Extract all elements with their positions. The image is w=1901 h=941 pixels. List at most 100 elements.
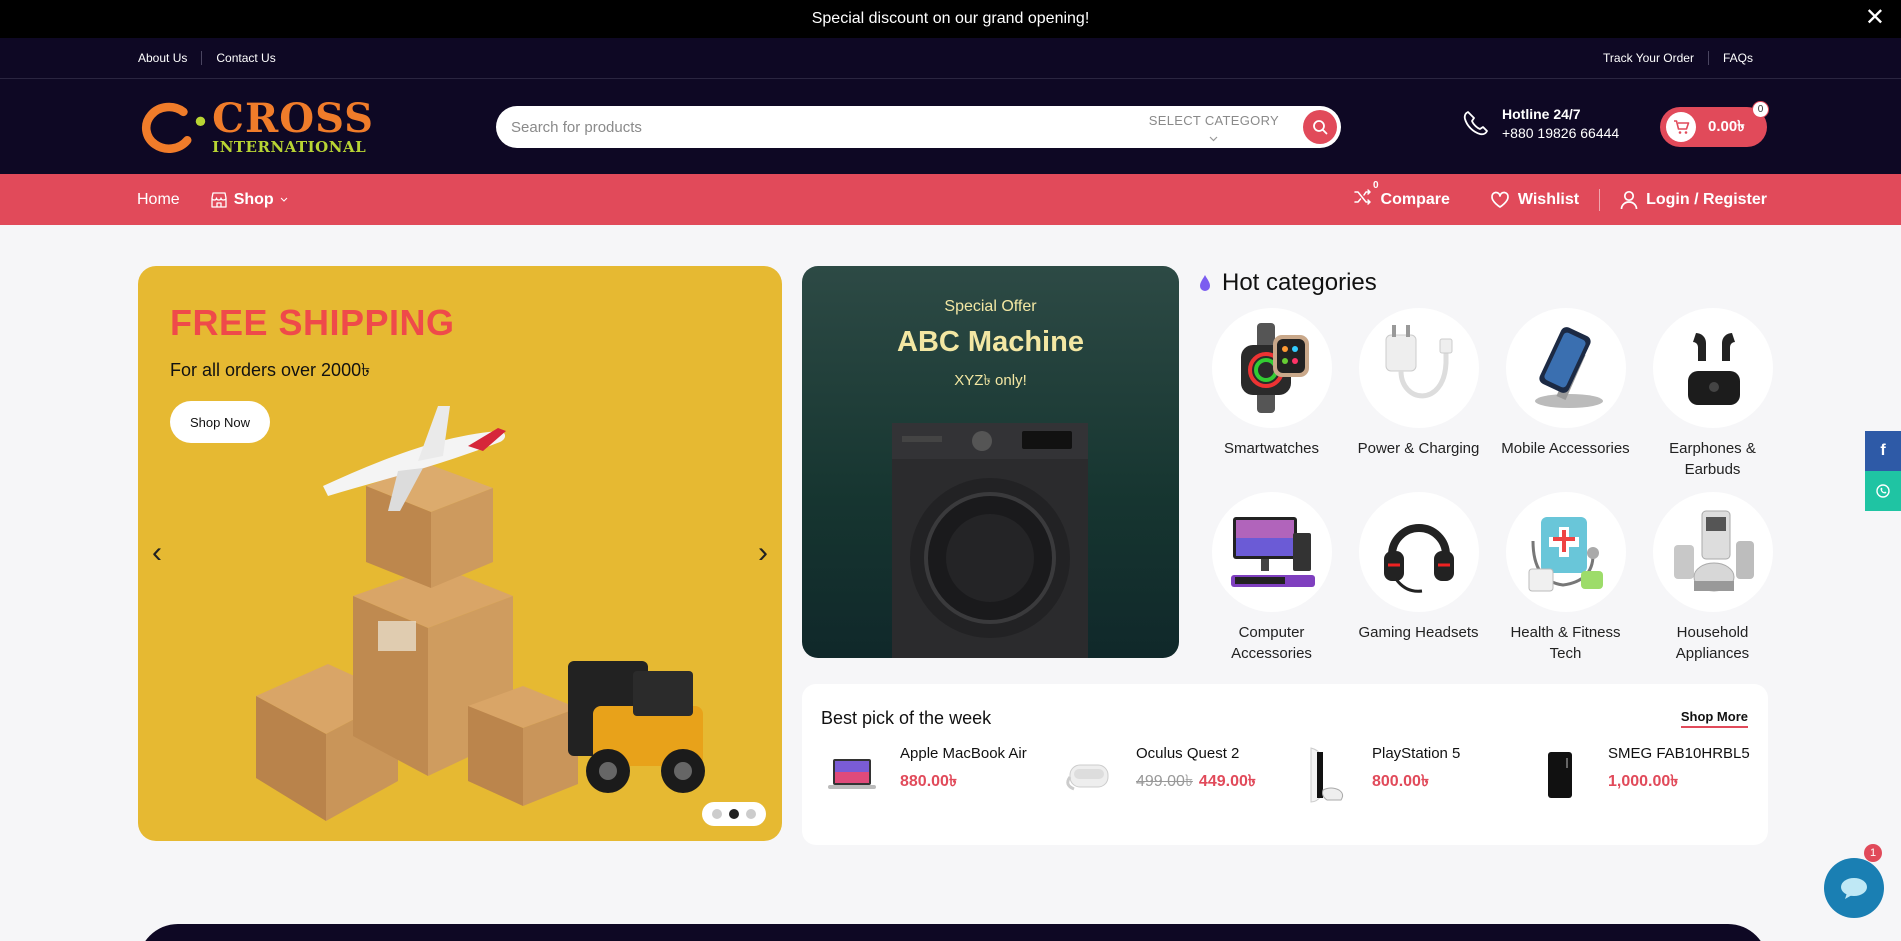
product-price: 800.00৳ <box>1372 773 1429 790</box>
best-pick-section: Best pick of the week Shop More Apple Ma… <box>802 684 1768 845</box>
product-name: Apple MacBook Air <box>900 745 1027 762</box>
headset-icon <box>1383 524 1454 593</box>
chat-icon <box>1841 878 1867 899</box>
nav-compare[interactable]: 0 Compare <box>1333 180 1470 211</box>
chat-badge: 1 <box>1864 844 1882 862</box>
category-select-label: SELECT CATEGORY <box>1148 112 1279 128</box>
hero-shipping-illustration <box>256 406 705 821</box>
category-name: Computer Accessories <box>1231 624 1312 662</box>
nav-home[interactable]: Home <box>137 191 180 209</box>
cart-count-badge: 0 <box>1752 101 1769 118</box>
search-bar: Search for products SELECT CATEGORY <box>496 106 1341 148</box>
footer-section-edge <box>138 924 1768 941</box>
smartwatch-icon <box>1240 323 1309 413</box>
charger-icon <box>1385 325 1452 399</box>
offer-price: XYZ৳ only! <box>954 372 1027 389</box>
laptop-thumbnail <box>828 759 876 789</box>
nav-shop[interactable]: Shop <box>210 191 288 209</box>
slider-prev-button[interactable]: ‹ <box>152 536 162 570</box>
contact-us-link[interactable]: Contact Us <box>201 51 289 65</box>
flame-icon <box>1200 275 1210 291</box>
phone-stand-icon <box>1534 327 1603 408</box>
slider-dot[interactable] <box>746 809 756 819</box>
category-health-fitness[interactable]: Health & Fitness Tech <box>1492 492 1639 664</box>
phone-icon <box>1463 110 1488 136</box>
slider-dot-active[interactable] <box>729 809 739 819</box>
chat-widget-button[interactable]: 1 <box>1824 844 1884 918</box>
console-thumbnail <box>1310 747 1344 803</box>
product-name: SMEG FAB10HRBL5 <box>1608 745 1750 762</box>
best-pick-title: Best pick of the week <box>821 708 992 728</box>
faqs-link[interactable]: FAQs <box>1707 51 1767 65</box>
product-card[interactable]: PlayStation 5 800.00৳ <box>1294 745 1530 805</box>
logo-text-primary: CROSS <box>212 94 374 142</box>
nav-wishlist-label: Wishlist <box>1517 190 1580 208</box>
search-button[interactable] <box>1303 110 1337 144</box>
site-header: CROSS INTERNATIONAL Search for products … <box>0 79 1901 174</box>
appliance-icon <box>1673 510 1754 592</box>
slider-dot[interactable] <box>712 809 722 819</box>
about-us-link[interactable]: About Us <box>138 51 201 65</box>
search-input[interactable]: Search for products <box>511 119 1149 136</box>
category-name: Power & Charging <box>1357 440 1480 457</box>
product-card[interactable]: Apple MacBook Air 880.00৳ <box>822 745 1058 805</box>
heart-icon <box>1491 191 1509 208</box>
cart-button[interactable]: 0.00৳ 0 <box>1660 101 1769 147</box>
compare-icon: 0 <box>1353 180 1379 211</box>
announcement-bar: Special discount on our grand opening! ✕ <box>0 0 1901 38</box>
logo-mark-icon <box>141 102 206 153</box>
category-name: Health & Fitness Tech <box>1510 624 1621 662</box>
product-name: Oculus Quest 2 <box>1136 745 1240 762</box>
special-offer-banner[interactable]: Special Offer ABC Machine XYZ৳ only! <box>802 266 1179 658</box>
slider-next-button[interactable]: › <box>758 536 768 570</box>
top-links-right: Track Your Order FAQs <box>1603 51 1767 65</box>
shop-more-link[interactable]: Shop More <box>1680 709 1748 728</box>
social-share-bar: f <box>1865 431 1901 511</box>
hotline: Hotline 24/7 +880 19826 66444 <box>1460 105 1619 143</box>
announcement-text: Special discount on our grand opening! <box>811 10 1090 27</box>
close-icon[interactable]: ✕ <box>1865 6 1885 30</box>
compare-count: 0 <box>1372 180 1379 191</box>
health-icon <box>1528 517 1603 592</box>
hotline-title: Hotline 24/7 <box>1502 106 1581 122</box>
washing-machine-image <box>892 423 1088 658</box>
user-icon <box>1620 190 1638 209</box>
offer-title: ABC Machine <box>897 326 1084 358</box>
category-smartwatches[interactable]: Smartwatches <box>1198 308 1345 480</box>
category-mobile-accessories[interactable]: Mobile Accessories <box>1492 308 1639 480</box>
whatsapp-icon[interactable] <box>1865 471 1901 511</box>
category-select[interactable]: SELECT CATEGORY <box>1149 113 1279 142</box>
product-old-price: 499.00৳ <box>1136 773 1193 790</box>
category-gaming-headsets[interactable]: Gaming Headsets <box>1345 492 1492 664</box>
category-power-charging[interactable]: Power & Charging <box>1345 308 1492 480</box>
category-computer-accessories[interactable]: Computer Accessories <box>1198 492 1345 664</box>
nav-login[interactable]: Login / Register <box>1600 190 1767 210</box>
vr-headset-thumbnail <box>1066 764 1109 791</box>
category-name: Mobile Accessories <box>1501 440 1630 457</box>
cart-total: 0.00৳ <box>1708 117 1745 135</box>
hero-slider: FREE SHIPPING For all orders over 2000৳ … <box>138 266 782 841</box>
facebook-icon[interactable]: f <box>1865 431 1901 471</box>
main-nav: Home Shop 0 Compare Wishlist Login / Reg… <box>0 174 1901 225</box>
hot-categories: Hot categories Smartwatches Power & Char… <box>1198 266 1773 664</box>
nav-compare-label: Compare <box>1380 190 1450 208</box>
nav-shop-label: Shop <box>233 190 274 208</box>
category-name: Earphones & Earbuds <box>1669 440 1756 478</box>
track-order-link[interactable]: Track Your Order <box>1603 51 1708 65</box>
earbuds-icon <box>1687 333 1740 405</box>
product-card[interactable]: SMEG FAB10HRBL5 1,000.00৳ <box>1530 745 1766 805</box>
category-name: Smartwatches <box>1223 440 1320 457</box>
search-icon <box>1313 120 1328 135</box>
fridge-thumbnail <box>1548 752 1572 798</box>
chevron-down-icon <box>1209 136 1218 141</box>
slider-dots <box>702 802 766 826</box>
product-card[interactable]: Oculus Quest 2 499.00৳ 449.00৳ <box>1058 745 1294 805</box>
nav-wishlist[interactable]: Wishlist <box>1470 191 1599 209</box>
hot-categories-title: Hot categories <box>1222 269 1377 296</box>
category-earphones[interactable]: Earphones & Earbuds <box>1639 308 1786 480</box>
site-logo[interactable]: CROSS INTERNATIONAL <box>138 97 374 157</box>
category-household-appliances[interactable]: Household Appliances <box>1639 492 1786 664</box>
logo-text-secondary: INTERNATIONAL <box>212 137 367 156</box>
hotline-number[interactable]: +880 19826 66444 <box>1502 124 1619 143</box>
top-links-bar: About Us Contact Us Track Your Order FAQ… <box>0 38 1901 79</box>
